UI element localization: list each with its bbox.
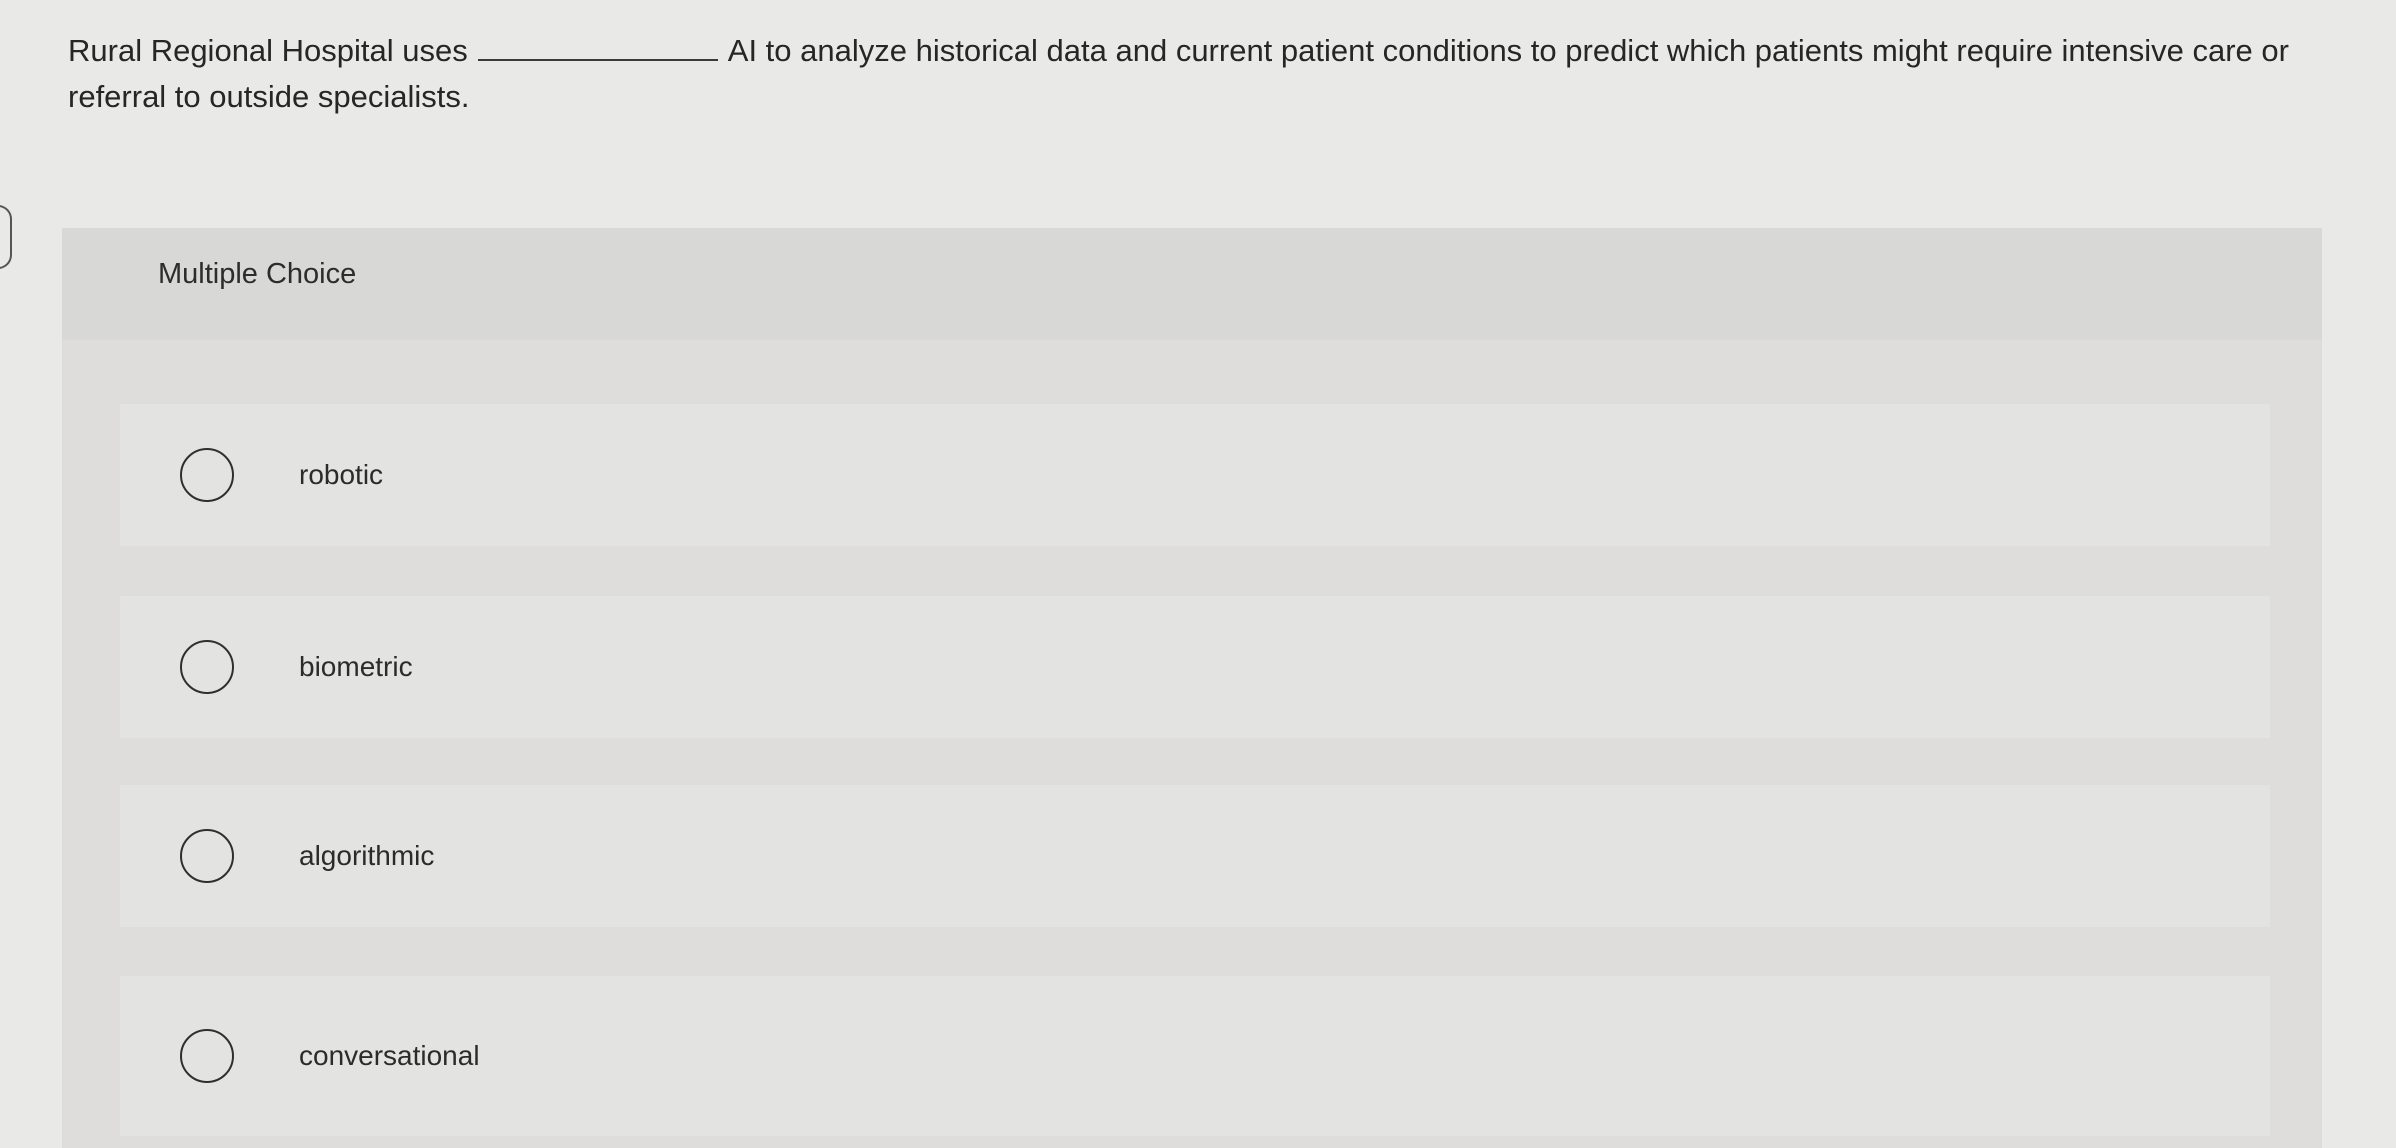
- radio-button[interactable]: [180, 640, 234, 694]
- option-conversational[interactable]: conversational: [120, 976, 2270, 1136]
- option-label: algorithmic: [299, 840, 435, 871]
- option-algorithmic[interactable]: algorithmic: [120, 785, 2270, 927]
- option-label: biometric: [299, 651, 413, 682]
- radio-button[interactable]: [180, 829, 234, 883]
- multiple-choice-header: Multiple Choice: [62, 228, 2322, 340]
- option-biometric[interactable]: biometric: [120, 596, 2270, 738]
- multiple-choice-title: Multiple Choice: [158, 258, 357, 290]
- multiple-choice-panel: Multiple Choice robotic biometric algori…: [62, 228, 2322, 1148]
- option-label: robotic: [299, 459, 384, 490]
- question-text-before: Rural Regional Hospital uses: [68, 33, 468, 68]
- option-label: conversational: [299, 1040, 480, 1071]
- radio-button[interactable]: [180, 1029, 234, 1083]
- question-text: Rural Regional Hospital uses AI to analyz…: [68, 28, 2338, 120]
- panel-edge-handle: [0, 205, 12, 269]
- answer-blank: [477, 29, 718, 61]
- radio-button[interactable]: [180, 448, 234, 502]
- option-robotic[interactable]: robotic: [120, 404, 2270, 546]
